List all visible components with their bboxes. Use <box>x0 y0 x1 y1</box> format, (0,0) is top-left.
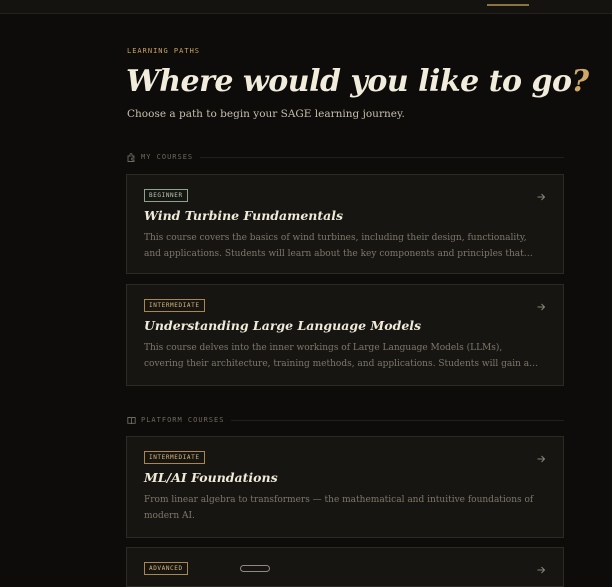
page-eyebrow: LEARNING PATHS <box>127 47 201 55</box>
page-title: Where would you like to go? <box>126 64 589 99</box>
page-title-text: Where would you like to go <box>126 64 572 99</box>
section-label: PLATFORM COURSES <box>141 416 225 424</box>
level-badge: INTERMEDIATE <box>144 451 205 464</box>
page-subtitle: Choose a path to begin your SAGE learnin… <box>127 108 405 120</box>
section-divider <box>200 156 564 158</box>
course-description: This course covers the basics of wind tu… <box>144 233 527 259</box>
arrow-right-icon <box>537 303 546 311</box>
course-title: Wind Turbine Fundamentals <box>144 208 344 223</box>
puzzle-icon <box>127 152 136 162</box>
course-card-wind-turbine[interactable]: BEGINNER Wind Turbine Fundamentals This … <box>126 174 564 274</box>
scroll-indicator[interactable] <box>240 565 270 572</box>
section-header-platform-courses: PLATFORM COURSES <box>127 414 564 426</box>
course-description: From linear algebra to transformers — th… <box>144 495 534 521</box>
page-title-mark: ? <box>571 64 590 99</box>
top-nav-bar <box>0 0 612 14</box>
level-badge: BEGINNER <box>144 189 188 202</box>
arrow-right-icon <box>537 455 546 463</box>
course-card-advanced[interactable]: ADVANCED <box>126 547 564 587</box>
active-nav-indicator <box>487 4 529 6</box>
course-card-llm[interactable]: INTERMEDIATE Understanding Large Languag… <box>126 284 564 386</box>
arrow-right-icon <box>537 566 546 574</box>
level-badge: ADVANCED <box>144 562 188 575</box>
arrow-right-icon <box>537 193 546 201</box>
course-card-ml-ai[interactable]: INTERMEDIATE ML/AI Foundations From line… <box>126 436 564 538</box>
section-label: MY COURSES <box>141 153 194 161</box>
course-title: ML/AI Foundations <box>144 470 278 485</box>
course-description: This course delves into the inner workin… <box>144 343 530 369</box>
section-divider <box>231 419 564 421</box>
course-title: Understanding Large Language Models <box>144 318 422 333</box>
book-icon <box>127 416 136 425</box>
section-header-my-courses: MY COURSES <box>127 151 564 163</box>
level-badge: INTERMEDIATE <box>144 299 205 312</box>
